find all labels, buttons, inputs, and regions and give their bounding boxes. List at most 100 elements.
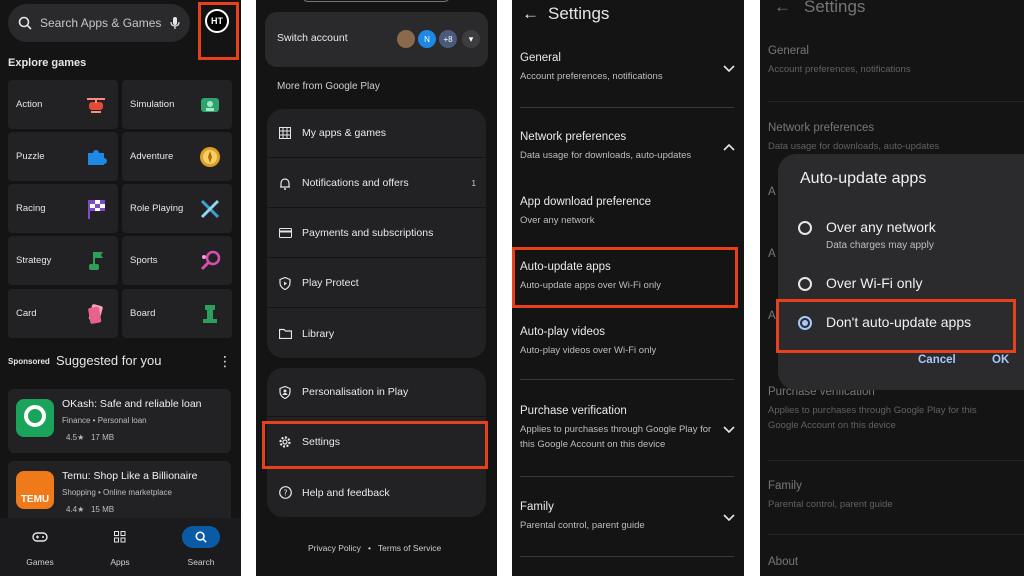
terms-of-service-link[interactable]: Terms of Service [378,543,441,553]
nav-label: Apps [110,557,130,567]
profile-avatar[interactable]: HT [205,9,229,33]
chevron-down-icon[interactable]: ▾ [462,30,480,48]
category-sports[interactable]: Sports [122,236,232,285]
menu-item-notifications[interactable]: Notifications and offers 1 [267,159,486,208]
menu-item-help[interactable]: ? Help and feedback [267,468,486,517]
setting-purchase-verification[interactable]: Purchase verification Applies to purchas… [768,386,1008,433]
chevron-up-icon[interactable] [722,140,736,154]
nav-apps[interactable]: Apps [90,526,150,567]
sponsored-label: Sponsored [8,357,50,366]
cancel-button[interactable]: Cancel [918,354,956,366]
setting-general[interactable]: General Account preferences, notificatio… [520,52,663,85]
menu-item-settings[interactable]: Settings [267,418,486,467]
microphone-icon[interactable] [170,16,180,30]
chevron-down-icon[interactable] [722,423,736,437]
setting-about[interactable]: About [768,556,798,568]
setting-title: Auto-play videos [520,326,606,338]
category-label: Simulation [130,99,175,110]
account-avatar-initial[interactable]: N [418,30,436,48]
setting-purchase-verification[interactable]: Purchase verification Applies to purchas… [520,405,716,452]
more-from-google-play: More from Google Play [277,81,380,92]
menu-item-label: My apps & games [302,127,387,139]
account-menu-panel: Switch account N +8 ▾ More from Google P… [256,0,497,576]
more-accounts-badge[interactable]: +8 [439,30,457,48]
privacy-policy-link[interactable]: Privacy Policy [308,543,361,553]
setting-network-preferences[interactable]: Network preferences Data usage for downl… [520,131,691,164]
divider [520,379,734,380]
grid-icon [278,126,292,140]
settings-title: Settings [804,0,866,16]
menu-item-library[interactable]: Library [267,309,486,358]
option-label[interactable]: Over Wi-Fi only [826,275,922,291]
more-options-icon[interactable]: ⋮ [218,353,232,370]
category-simulation[interactable]: Simulation [122,80,232,129]
app-card-okash[interactable]: OKash: Safe and reliable loan Finance • … [8,389,231,453]
option-label[interactable]: Don't auto-update apps [826,314,971,330]
chevron-down-icon[interactable] [722,511,736,525]
category-board[interactable]: Board [122,289,232,338]
menu-item-my-apps[interactable]: My apps & games [267,109,486,158]
shield-person-icon [278,385,292,399]
category-label: Adventure [130,151,174,162]
setting-auto-play-videos[interactable]: Auto-play videos Auto-play videos over W… [520,326,656,359]
menu-item-personalisation[interactable]: Personalisation in Play [267,368,486,417]
setting-network-preferences[interactable]: Network preferences Data usage for downl… [768,122,939,155]
ok-button[interactable]: OK [992,354,1009,366]
chevron-down-icon[interactable] [722,62,736,76]
radio-over-any-network[interactable] [798,221,812,235]
category-racing[interactable]: Racing [8,184,118,233]
divider [520,556,734,557]
suggested-title: Suggested for you [56,353,162,368]
category-puzzle[interactable]: Puzzle [8,132,118,181]
play-store-home-panel: Search Apps & Games HT Explore games Act… [0,0,241,576]
category-label: Sports [130,255,158,266]
category-role-playing[interactable]: Role Playing [122,184,232,233]
apps-grid-icon [90,526,150,548]
search-placeholder[interactable]: Search Apps & Games [40,16,162,30]
back-arrow-icon[interactable]: ← [774,0,791,17]
category-label: Strategy [16,255,52,266]
category-label: Board [130,308,156,319]
racket-icon [200,250,221,270]
app-rating: 4.4★ [66,505,85,514]
back-arrow-icon[interactable]: ← [522,4,539,24]
gear-icon [278,435,292,449]
nav-search[interactable]: Search [171,526,231,567]
nav-games[interactable]: Games [10,526,70,567]
gamepad-icon [10,526,70,548]
setting-subtitle: Over any network [520,215,595,226]
helicopter-icon [87,97,105,113]
option-label[interactable]: Over any network [826,219,936,235]
setting-auto-update-apps[interactable]: Auto-update apps Auto-update apps over W… [520,261,661,294]
setting-general[interactable]: General Account preferences, notificatio… [768,45,911,78]
shield-play-icon [278,276,292,290]
setting-title: App download preference [520,196,652,208]
top-handle [302,0,450,2]
setting-subtitle: Parental control, parent guide [768,499,893,510]
account-avatar-photo[interactable] [397,30,415,48]
setting-subtitle: Applies to purchases through Google Play… [768,405,977,431]
footer-separator: • [368,543,371,553]
menu-item-label: Settings [302,436,340,448]
switch-account-card[interactable]: Switch account N +8 ▾ [265,12,488,67]
menu-item-label: Library [302,327,335,340]
folder-icon [278,327,292,341]
category-action[interactable]: Action [8,80,118,129]
category-strategy[interactable]: Strategy [8,236,118,285]
search-bar[interactable]: Search Apps & Games [8,4,190,42]
app-card-temu[interactable]: TEMU Temu: Shop Like a Billionaire Shopp… [8,461,231,525]
setting-family[interactable]: Family Parental control, parent guide [768,480,893,513]
setting-app-download-preference[interactable]: App download preference Over any network [520,196,651,229]
app-size: 15 MB [90,505,115,514]
radio-dont-auto-update[interactable] [798,316,812,330]
category-adventure[interactable]: Adventure [122,132,232,181]
category-card[interactable]: Card [8,289,118,338]
app-rating-size: 4.4★ 15 MB [66,505,114,514]
radio-over-wifi-only[interactable] [798,277,812,291]
setting-family[interactable]: Family Parental control, parent guide [520,501,645,534]
card-icon [278,226,292,240]
setting-title: About [768,556,799,568]
menu-item-play-protect[interactable]: Play Protect [267,259,486,308]
category-label: Action [16,99,43,110]
menu-item-payments[interactable]: Payments and subscriptions [267,209,486,258]
